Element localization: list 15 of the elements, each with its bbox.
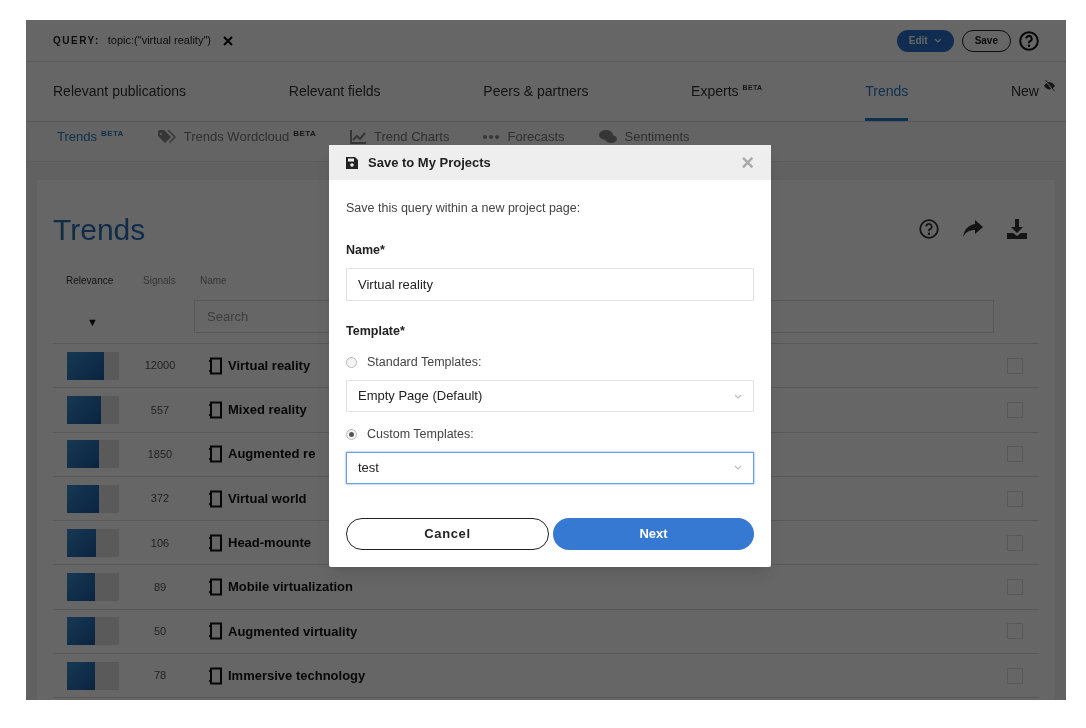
query-label: QUERY: xyxy=(53,34,100,48)
template-label: Template* xyxy=(346,322,406,340)
signals-cell-text: 106 xyxy=(149,535,171,551)
page-title: Trends xyxy=(53,211,146,248)
name-label: Name* xyxy=(346,241,386,259)
signals-cell-text: 50 xyxy=(152,624,168,640)
signals-cell-text: 557 xyxy=(149,402,171,418)
signals-cell-text: 89 xyxy=(152,579,168,595)
signals-cell-text: 1850 xyxy=(146,447,174,462)
signals-cell-text: 372 xyxy=(149,491,171,507)
dialog-title: Save to My Projects xyxy=(368,153,492,172)
signals-cell-text: 12000 xyxy=(143,358,177,374)
query-text: topic:("virtual reality") xyxy=(107,33,211,49)
dialog-intro: Save this query within a new project page: xyxy=(346,200,582,217)
signals-cell-text: 78 xyxy=(152,668,168,684)
